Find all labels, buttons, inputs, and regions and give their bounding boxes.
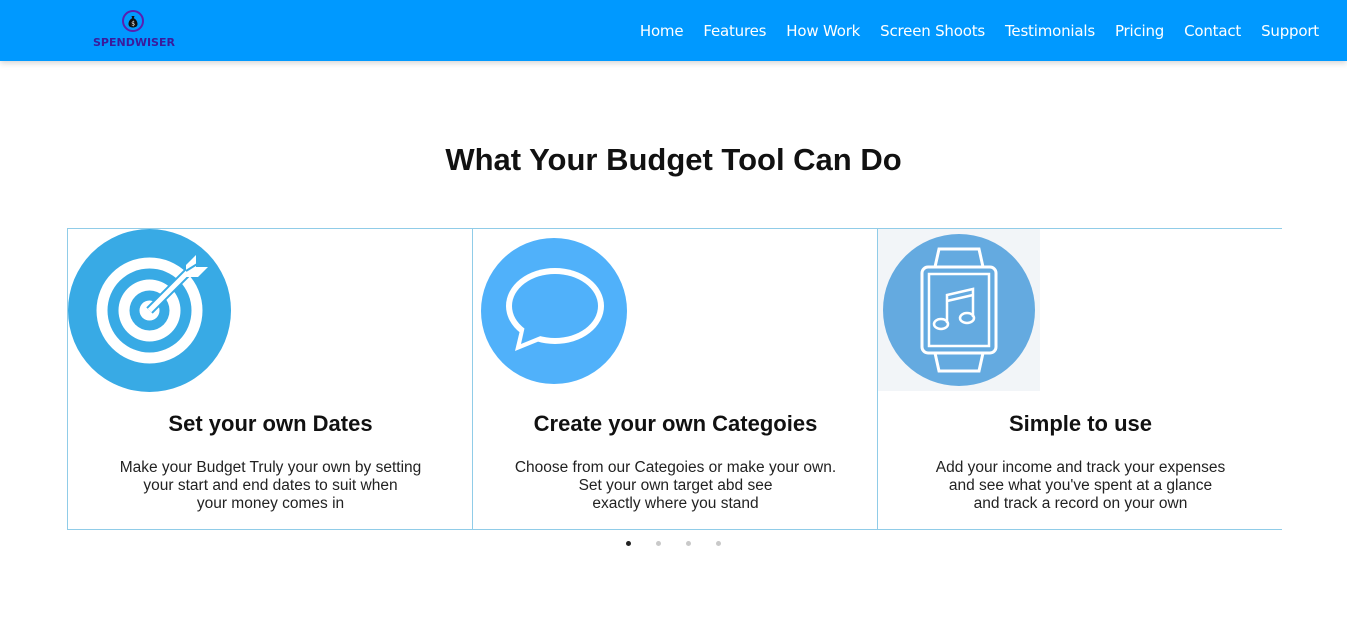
speech-bubble-icon xyxy=(481,238,627,389)
svg-text:$: $ xyxy=(131,21,135,28)
brand-name: SPENDWISER xyxy=(93,36,175,49)
card-description: Choose from our Categoies or make your o… xyxy=(493,459,858,513)
card-description-line: Add your income and track your expenses xyxy=(935,459,1226,476)
nav-menu: Home Features How Work Screen Shoots Tes… xyxy=(620,0,1319,61)
card-description-line: Choose from our Categoies or make your o… xyxy=(514,459,837,476)
card-description-line: and see what you've spent at a glance xyxy=(948,477,1213,494)
card-title: Create your own Categoies xyxy=(533,411,818,436)
feature-card-simple: Simple to use Add your income and track … xyxy=(877,229,1282,529)
nav-link-features[interactable]: Features xyxy=(703,22,766,40)
nav-link-pricing[interactable]: Pricing xyxy=(1115,22,1164,40)
nav-link-screen-shoots[interactable]: Screen Shoots xyxy=(880,22,985,40)
card-description-line: your start and end dates to suit when xyxy=(143,477,398,494)
brand-logo[interactable]: $ SPENDWISER xyxy=(93,9,177,53)
carousel-dot-3[interactable] xyxy=(686,541,691,546)
card-description: Make your Budget Truly your own by setti… xyxy=(88,459,453,513)
card-title: Simple to use xyxy=(1008,411,1153,436)
card-description-line: your money comes in xyxy=(196,495,345,512)
carousel-dot-2[interactable] xyxy=(656,541,661,546)
card-description-line: and track a record on your own xyxy=(973,495,1188,512)
nav-link-contact[interactable]: Contact xyxy=(1184,22,1241,40)
card-description: Add your income and track your expenses … xyxy=(898,459,1263,513)
card-description-line: Make your Budget Truly your own by setti… xyxy=(119,459,422,476)
feature-card-dates: Set your own Dates Make your Budget Trul… xyxy=(67,229,472,529)
carousel-dot-4[interactable] xyxy=(716,541,721,546)
navbar: $ SPENDWISER Home Features How Work Scre… xyxy=(0,0,1347,61)
money-bag-icon: $ xyxy=(122,10,144,32)
nav-link-home[interactable]: Home xyxy=(640,22,684,40)
nav-link-testimonials[interactable]: Testimonials xyxy=(1005,22,1095,40)
smartwatch-music-icon xyxy=(878,229,1040,396)
carousel-pagination xyxy=(626,541,746,549)
card-description-line: exactly where you stand xyxy=(592,495,759,512)
target-icon xyxy=(68,229,231,397)
card-title: Set your own Dates xyxy=(168,411,373,436)
feature-card-categories: Create your own Categoies Choose from ou… xyxy=(472,229,877,529)
nav-link-support[interactable]: Support xyxy=(1261,22,1319,40)
card-description-line: Set your own target abd see xyxy=(578,477,773,494)
section-title: What Your Budget Tool Can Do xyxy=(445,142,902,177)
nav-link-how-work[interactable]: How Work xyxy=(786,22,860,40)
features-carousel[interactable]: Set your own Dates Make your Budget Trul… xyxy=(67,228,1282,530)
carousel-dot-1[interactable] xyxy=(626,541,631,546)
